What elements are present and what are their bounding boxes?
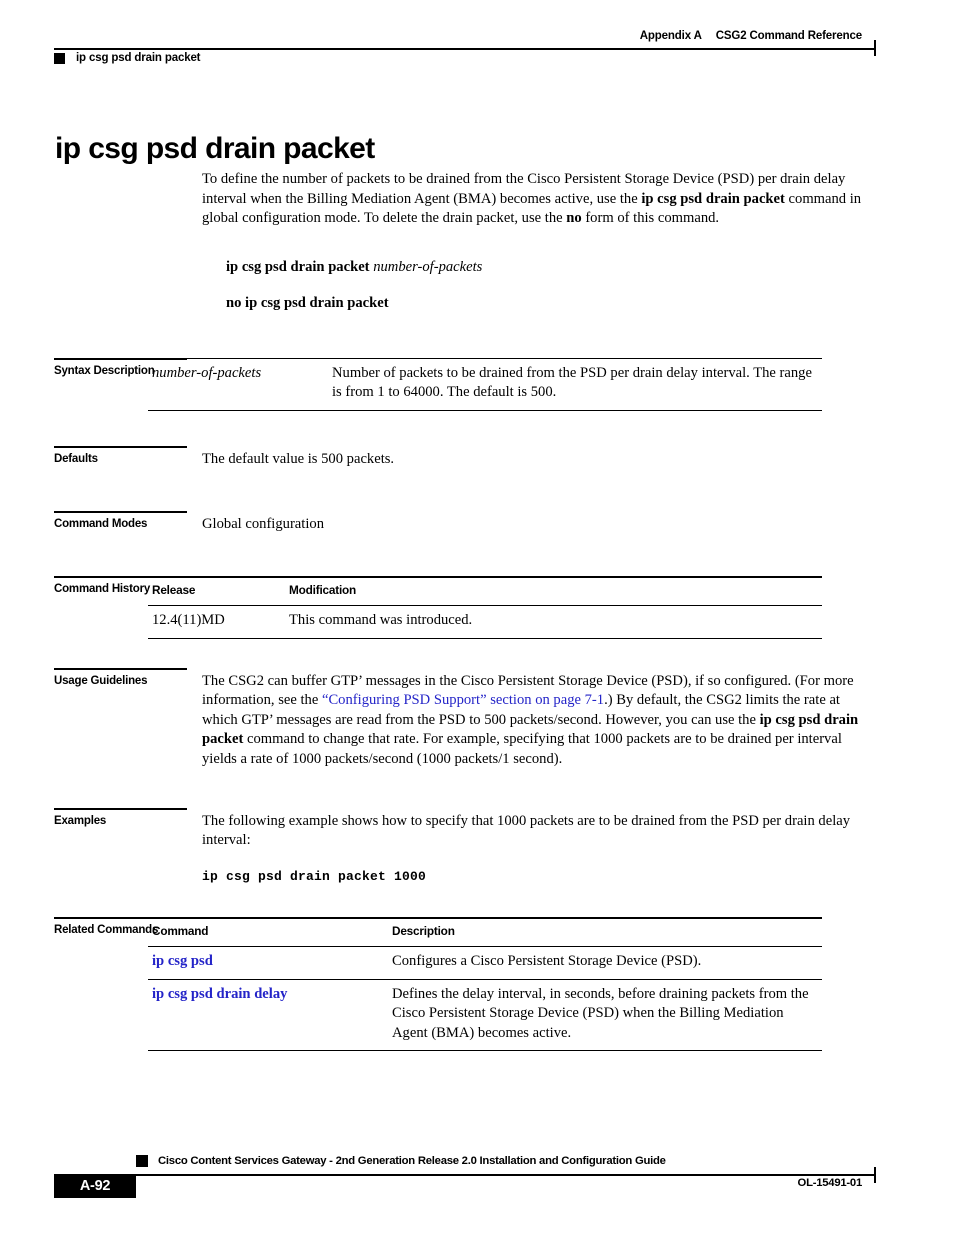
examples-intro-text: The following example shows how to speci…: [202, 813, 851, 849]
running-head-label: ip csg psd drain packet: [76, 52, 201, 64]
footer-document-id: OL-15491-01: [797, 1177, 863, 1189]
syntax-negative-form: no ip csg psd drain packet: [226, 294, 389, 314]
syntax-argument-text: number-of-packets: [373, 259, 483, 275]
table-row: ip csg psd Configures a Cisco Persistent…: [148, 946, 822, 980]
table-header-row: Command Description: [148, 917, 822, 948]
related-command-description-cell: Defines the delay interval, in seconds, …: [388, 979, 822, 1052]
document-page: Appendix A CSG2 Command Reference ip csg …: [0, 0, 954, 1235]
syntax-positive-form: ip csg psd drain packet number-of-packet…: [226, 258, 482, 278]
header-appendix-label: Appendix A: [639, 30, 702, 42]
section-label-examples: Examples: [54, 808, 187, 828]
usage-text-part-3: command to change that rate. For example…: [202, 731, 842, 767]
page-number-badge: A-92: [54, 1174, 136, 1198]
footer-square-icon: [136, 1155, 148, 1167]
table-header-row: Release Modification: [148, 576, 822, 607]
examples-code-block: ip csg psd drain packet 1000: [202, 868, 427, 884]
square-bullet-icon: [54, 52, 65, 64]
release-cell: 12.4(11)MD: [148, 605, 285, 639]
syntax-no-form-text: no ip csg psd drain packet: [226, 295, 389, 311]
column-header-description: Description: [388, 917, 822, 948]
section-label-defaults: Defaults: [54, 446, 187, 466]
header-rule-end-tick: [874, 40, 876, 56]
section-label-usage-guidelines: Usage Guidelines: [54, 668, 187, 688]
table-row: 12.4(11)MD This command was introduced.: [148, 605, 822, 639]
command-introduction: To define the number of packets to be dr…: [202, 170, 874, 229]
footer-rule-end-tick: [874, 1167, 876, 1183]
section-label-command-modes: Command Modes: [54, 511, 187, 531]
syntax-command-text: ip csg psd drain packet: [226, 259, 370, 275]
running-head: ip csg psd drain packet: [54, 52, 201, 64]
intro-command-bold: ip csg psd drain packet: [641, 190, 785, 207]
syntax-description-cell: Number of packets to be drained from the…: [328, 358, 822, 411]
intro-text-part-3: form of this command.: [581, 210, 720, 226]
table-row: ip csg psd drain delay Defines the delay…: [148, 979, 822, 1052]
command-modes-text: Global configuration: [202, 516, 324, 532]
related-command-link-ip-csg-psd[interactable]: ip csg psd: [152, 953, 213, 969]
examples-body: The following example shows how to speci…: [202, 808, 876, 886]
page-title: ip csg psd drain packet: [55, 132, 375, 166]
table-row: number-of-packets Number of packets to b…: [148, 358, 822, 411]
related-command-cell: ip csg psd drain delay: [148, 979, 388, 1052]
header-rule: [54, 48, 876, 50]
usage-guidelines-text: The CSG2 can buffer GTP’ messages in the…: [202, 668, 876, 769]
header-chapter-label: CSG2 Command Reference: [715, 30, 862, 42]
intro-no-bold: no: [566, 210, 582, 226]
header-breadcrumb: Appendix A CSG2 Command Reference: [640, 30, 862, 42]
related-command-cell: ip csg psd: [148, 946, 388, 980]
related-command-link-ip-csg-psd-drain-delay[interactable]: ip csg psd drain delay: [152, 986, 287, 1002]
syntax-term-text: number-of-packets: [152, 365, 262, 381]
footer-document-title: Cisco Content Services Gateway - 2nd Gen…: [158, 1155, 666, 1167]
footer-rule: [54, 1174, 876, 1176]
syntax-term-cell: number-of-packets: [148, 358, 328, 411]
command-history-table: Release Modification 12.4(11)MD This com…: [148, 576, 822, 639]
configuring-psd-support-link[interactable]: “Configuring PSD Support” section on pag…: [322, 692, 604, 708]
page-footer: Cisco Content Services Gateway - 2nd Gen…: [54, 1155, 876, 1203]
modification-cell: This command was introduced.: [285, 605, 822, 639]
related-commands-table: Command Description ip csg psd Configure…: [148, 917, 822, 1052]
column-header-command: Command: [148, 917, 388, 948]
related-command-description-cell: Configures a Cisco Persistent Storage De…: [388, 946, 822, 980]
defaults-text: The default value is 500 packets.: [202, 451, 395, 467]
syntax-description-table: number-of-packets Number of packets to b…: [148, 358, 822, 411]
column-header-modification: Modification: [285, 576, 822, 607]
page-header: Appendix A CSG2 Command Reference ip csg …: [54, 30, 876, 74]
column-header-release: Release: [148, 576, 285, 607]
